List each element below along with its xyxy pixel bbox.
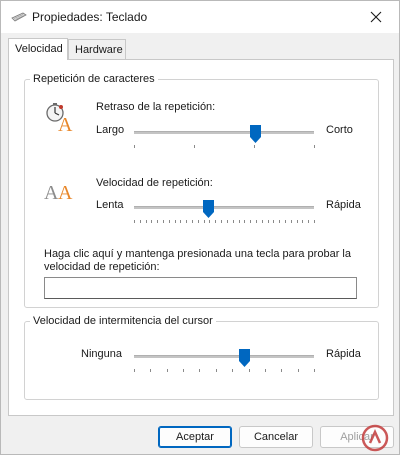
slider-tick [314, 220, 315, 223]
slider-tick [244, 220, 246, 223]
slider-tick [215, 220, 217, 223]
keyboard-icon [11, 12, 27, 22]
slider-tick [302, 220, 304, 223]
slider-tick [248, 369, 250, 372]
slider-tick [215, 369, 217, 372]
slider-tick [197, 220, 199, 223]
repeat-delay-icon: A [46, 103, 73, 133]
slider-tick [221, 220, 223, 223]
slider-tick [163, 220, 165, 223]
slider-tick [168, 220, 170, 223]
slider-tick [254, 145, 255, 148]
title-bar: Propiedades: Teclado [1, 1, 399, 33]
slider-tick [174, 220, 176, 223]
slider-tick [255, 220, 257, 223]
slider-tick [134, 145, 135, 148]
slider-tick [139, 220, 141, 223]
slider-tick [232, 369, 234, 372]
test-prompt-line1: Haga clic aquí y mantenga presionada una… [44, 248, 351, 260]
slider-tick [314, 369, 315, 372]
watermark-logo [361, 424, 389, 452]
tab-velocidad[interactable]: Velocidad [8, 38, 68, 60]
slider-tick [134, 369, 135, 372]
slider-tick [297, 369, 299, 372]
svg-text:A: A [58, 182, 73, 203]
slider-tick [145, 220, 147, 223]
delay-label: Retraso de la repetición: [96, 101, 216, 113]
delay-slider-thumb[interactable] [249, 125, 261, 143]
slider-tick [199, 369, 201, 372]
slider-tick [284, 220, 286, 223]
slider-tick [238, 220, 240, 223]
slider-tick [281, 369, 283, 372]
cursor-blink-slider[interactable] [134, 349, 315, 375]
cancel-button[interactable]: Cancelar [239, 426, 313, 448]
slider-tick [192, 220, 194, 223]
slider-tick [166, 369, 168, 372]
window-title: Propiedades: Teclado [32, 10, 148, 24]
slider-tick [226, 220, 228, 223]
cursor-slider-thumb[interactable] [238, 349, 250, 367]
slider-tick [186, 220, 188, 223]
slider-tick [314, 145, 315, 148]
svg-text:A: A [58, 114, 73, 133]
cursor-slider-track [134, 355, 314, 358]
rate-min-label: Lenta [96, 199, 124, 211]
slider-tick [296, 220, 298, 223]
svg-text:A: A [44, 182, 59, 203]
slider-tick [250, 220, 252, 223]
rate-slider[interactable] [134, 200, 315, 226]
cursor-max-label: Rápida [326, 348, 361, 360]
close-button[interactable] [353, 1, 399, 33]
delay-slider-track [134, 131, 314, 134]
slider-tick [157, 220, 159, 223]
slider-tick [290, 220, 292, 223]
slider-tick [183, 369, 185, 372]
slider-tick [273, 220, 275, 223]
rate-label: Velocidad de repetición: [96, 177, 213, 189]
keyboard-properties-dialog: Propiedades: Teclado Velocidad Hardware … [0, 0, 400, 455]
repeat-rate-icon: A A [44, 182, 73, 203]
slider-tick [203, 220, 205, 223]
slider-tick [151, 220, 153, 223]
tab-hardware[interactable]: Hardware [68, 39, 126, 59]
slider-tick [180, 220, 182, 223]
slider-tick [308, 220, 310, 223]
cursor-min-label: Ninguna [81, 348, 122, 360]
repeat-group-label: Repetición de caracteres [30, 73, 158, 85]
repeat-test-field[interactable] [44, 277, 357, 299]
rate-slider-thumb[interactable] [202, 200, 214, 218]
slider-tick [194, 145, 195, 148]
delay-slider[interactable] [134, 125, 315, 151]
slider-tick [150, 369, 152, 372]
slider-tick [261, 220, 263, 223]
test-prompt-line2: velocidad de repetición: [44, 261, 160, 273]
delay-min-label: Largo [96, 124, 125, 136]
slider-tick [134, 220, 135, 223]
slider-tick [209, 220, 211, 223]
slider-tick [279, 220, 281, 223]
close-icon [370, 11, 382, 23]
rate-slider-track [134, 206, 314, 209]
slider-tick [232, 220, 234, 223]
slider-tick [267, 220, 269, 223]
cursor-group-label: Velocidad de intermitencia del cursor [30, 315, 216, 327]
slider-tick [264, 369, 266, 372]
accept-button[interactable]: Aceptar [158, 426, 232, 448]
rate-max-label: Rápida [326, 199, 361, 211]
delay-max-label: Corto [326, 124, 353, 136]
